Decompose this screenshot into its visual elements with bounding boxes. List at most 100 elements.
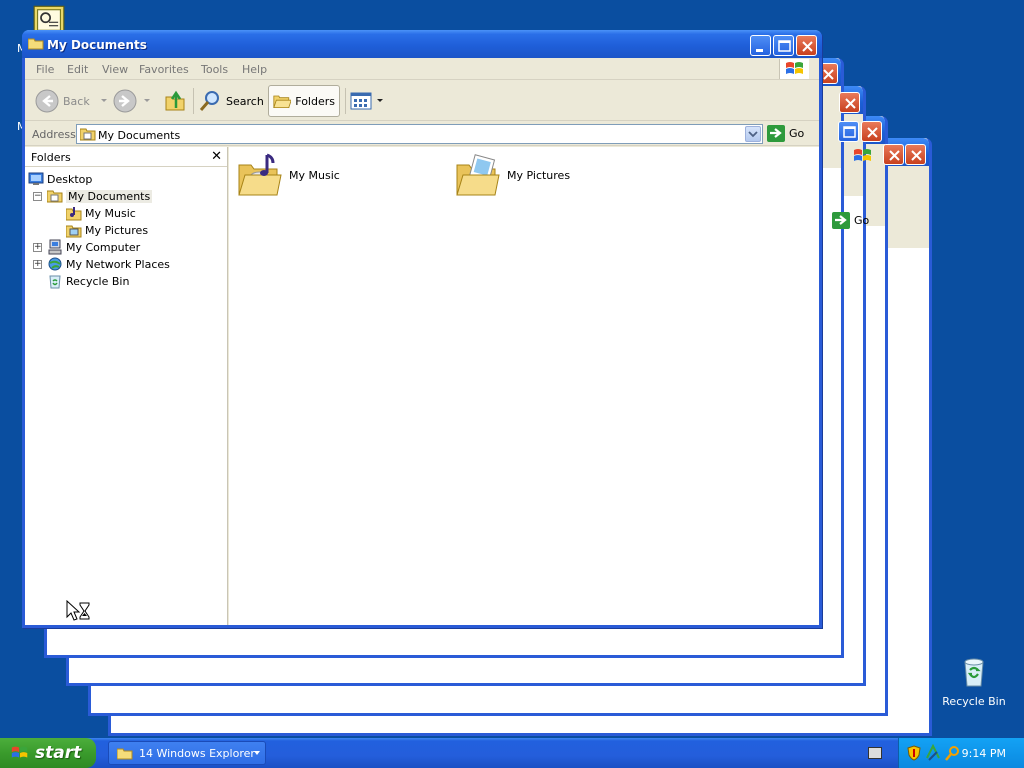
bg-window-3-maximize-button[interactable] <box>838 121 859 142</box>
address-input[interactable]: My Documents <box>76 124 763 144</box>
file-item-my-pictures[interactable]: My Pictures <box>455 151 570 199</box>
menu-favorites[interactable]: Favorites <box>139 63 189 76</box>
views-button[interactable] <box>350 85 384 117</box>
tree-item-label: My Network Places <box>66 257 170 271</box>
tree-item-my-pictures[interactable]: My Pictures <box>66 222 148 238</box>
tree-item-label: My Pictures <box>85 223 149 237</box>
tree-item-my-network-places[interactable]: My Network Places <box>47 256 170 272</box>
close-button[interactable] <box>796 35 817 56</box>
close-icon <box>802 41 813 52</box>
recycle-bin-icon <box>49 275 61 289</box>
tree-item-label: My Documents <box>66 189 153 203</box>
file-list: My Music My Pictures <box>229 147 819 625</box>
security-shield-icon[interactable] <box>907 745 921 761</box>
my-pictures-icon <box>66 225 82 238</box>
chevron-down-icon <box>144 99 150 102</box>
folders-pane: Folders ✕ Desktop − My Documents My Musi… <box>25 147 228 625</box>
my-documents-icon <box>80 128 96 141</box>
window-title: My Documents <box>47 38 147 52</box>
bg-window-3-close-button[interactable] <box>861 121 882 142</box>
tree-item-label: Recycle Bin <box>66 274 130 288</box>
forward-button[interactable] <box>113 85 151 117</box>
my-music-icon <box>66 207 82 221</box>
tree-expander-my-documents[interactable]: − <box>33 192 42 201</box>
go-button[interactable]: Go <box>767 125 804 142</box>
system-tray: 9:14 PM <box>898 738 1024 768</box>
chevron-down-icon <box>100 99 107 102</box>
explorer-window[interactable]: My Documents File Edit View Favorites To… <box>22 30 822 628</box>
network-tray-icon[interactable] <box>925 744 941 762</box>
recycle-bin-icon <box>964 658 984 687</box>
folders-button[interactable]: Folders <box>268 85 340 117</box>
start-label: start <box>35 743 82 763</box>
search-tray-icon[interactable] <box>945 745 961 761</box>
go-arrow-icon <box>832 212 850 229</box>
tree-expander-network-places[interactable]: + <box>33 260 42 269</box>
folders-pane-close-button[interactable]: ✕ <box>211 149 222 164</box>
taskbar: start 14 Windows Explorer 9:14 PM <box>0 738 1024 768</box>
menu-edit[interactable]: Edit <box>67 63 88 76</box>
file-item-label: My Pictures <box>507 168 571 182</box>
my-documents-icon <box>47 190 63 203</box>
windows-flag-icon <box>11 746 28 758</box>
forward-arrow-icon <box>113 89 137 113</box>
bg-window-winlogo-icon <box>854 149 871 161</box>
menu-file[interactable]: File <box>36 63 54 76</box>
tree-item-my-documents[interactable]: My Documents <box>47 188 153 204</box>
recycle-bin-label: Recycle Bin <box>942 695 1006 708</box>
address-label: Address <box>32 128 76 141</box>
desktop-recycle-bin[interactable]: Recycle Bin <box>939 656 1009 708</box>
go-arrow-icon <box>767 125 785 142</box>
folders-label: Folders <box>295 94 335 108</box>
views-icon <box>350 92 372 110</box>
close-icon <box>911 150 922 161</box>
maximize-icon <box>778 40 791 52</box>
chevron-down-icon <box>254 751 260 755</box>
bg-window-4-close-button[interactable] <box>883 144 904 165</box>
address-dropdown-button[interactable] <box>745 126 761 142</box>
bg-window-5-close-button[interactable] <box>905 144 926 165</box>
menu-bar: File Edit View Favorites Tools Help <box>25 58 819 80</box>
maximize-button[interactable] <box>773 35 794 56</box>
start-button[interactable]: start <box>0 738 96 768</box>
tree-item-my-computer[interactable]: My Computer <box>47 239 140 255</box>
menu-view[interactable]: View <box>102 63 128 76</box>
file-item-label: My Music <box>289 168 340 182</box>
tree-item-label: My Music <box>85 206 136 220</box>
taskbar-group-windows-explorer[interactable]: 14 Windows Explorer <box>108 741 266 765</box>
tree-item-desktop[interactable]: Desktop <box>28 171 92 187</box>
taskbar-group-label: 14 Windows Explorer <box>139 746 255 760</box>
close-icon <box>867 127 878 138</box>
tree-item-recycle-bin[interactable]: Recycle Bin <box>47 273 129 289</box>
minimize-button[interactable] <box>750 35 771 56</box>
bg-window-2-close-button[interactable] <box>839 92 860 113</box>
music-folder-icon <box>238 153 282 196</box>
keyboard-icon[interactable] <box>868 747 882 759</box>
desktop-icon <box>28 172 44 185</box>
network-places-icon <box>48 257 62 271</box>
menu-tools[interactable]: Tools <box>201 63 228 76</box>
pictures-folder-icon <box>456 154 500 196</box>
menu-help[interactable]: Help <box>242 63 267 76</box>
file-item-my-music[interactable]: My Music <box>237 151 340 199</box>
search-button[interactable]: Search <box>198 85 264 117</box>
close-icon <box>889 150 900 161</box>
address-value: My Documents <box>98 129 181 142</box>
tree-item-my-music[interactable]: My Music <box>66 205 136 221</box>
busy-cursor-icon <box>66 600 90 621</box>
tree-expander-my-computer[interactable]: + <box>33 243 42 252</box>
title-bar[interactable]: My Documents <box>22 30 822 58</box>
up-button[interactable] <box>163 85 187 117</box>
bg-go-label: Go <box>854 214 870 227</box>
folder-icon <box>117 748 133 759</box>
back-button[interactable]: Back <box>35 85 108 117</box>
back-label: Back <box>63 94 90 108</box>
folders-pane-header: Folders ✕ <box>25 147 227 167</box>
tree-item-label: My Computer <box>66 240 141 254</box>
close-icon <box>845 98 856 109</box>
clock: 9:14 PM <box>961 747 1006 760</box>
bg-window-go-button[interactable]: Go <box>832 212 869 229</box>
tree-item-label: Desktop <box>47 172 93 186</box>
minimize-icon <box>756 49 763 52</box>
folders-pane-title: Folders <box>31 151 71 164</box>
